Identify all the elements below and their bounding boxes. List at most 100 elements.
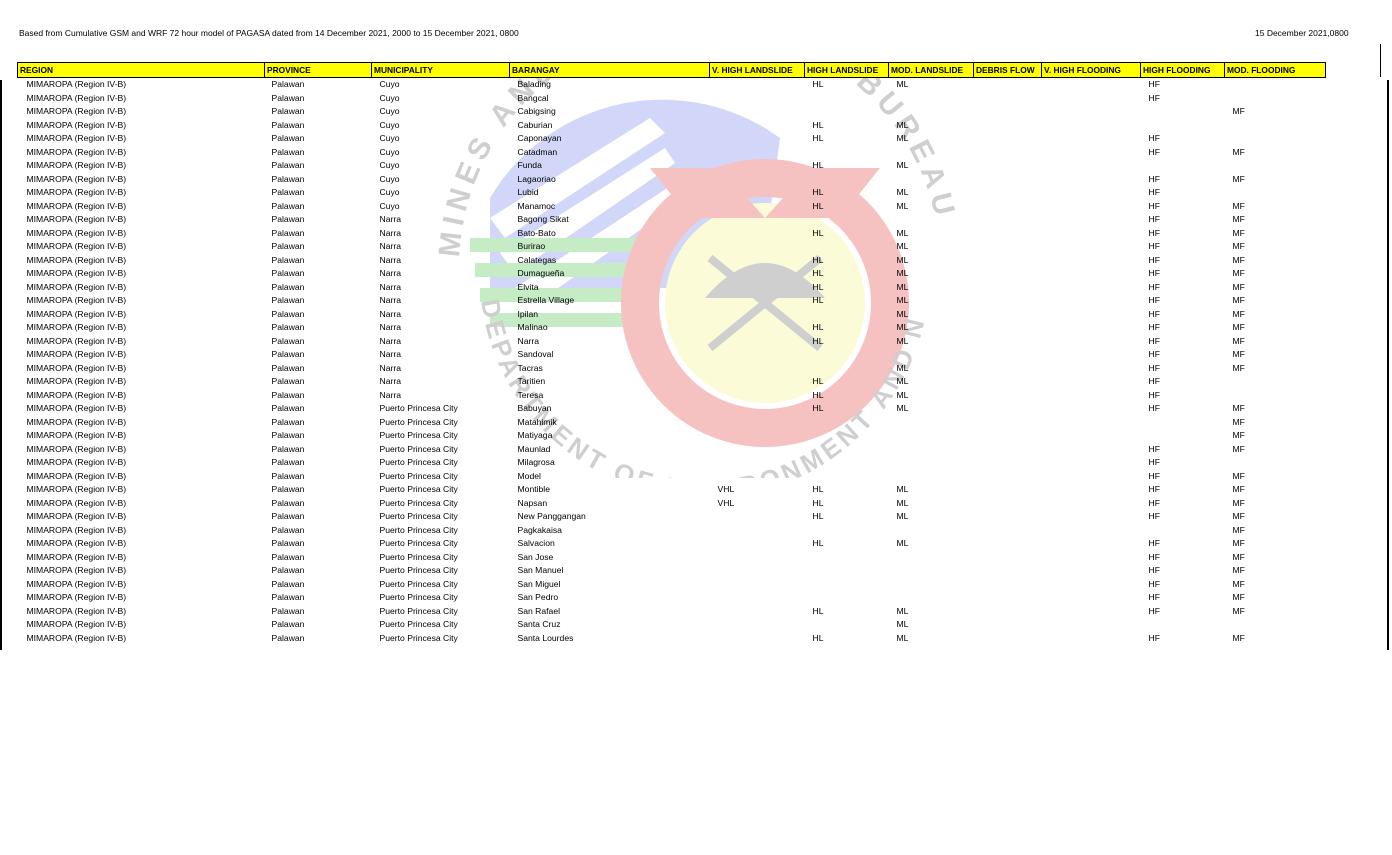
table-cell: MF (1232, 470, 1245, 481)
table-cell (805, 348, 889, 362)
table-cell: HF (1148, 268, 1160, 278)
table-row: MIMAROPA (Region IV-B) Palawan Narra Sandov… (18, 348, 1326, 362)
table-cell: MF (1232, 511, 1245, 521)
table-cell: MF (1232, 335, 1245, 346)
column-header[interactable]: REGION (17, 62, 265, 78)
column-header[interactable]: MUNICIPALITY (371, 62, 510, 78)
table-cell: MF (1232, 362, 1245, 373)
column-header[interactable]: DEBRIS FLOW (973, 62, 1042, 78)
table-cell: MIMAROPA (Region IV-B) (26, 295, 127, 305)
table-cell (710, 551, 805, 565)
table-row: MIMAROPA (Region IV-B) Palawan Cuyo Catadma… (18, 146, 1326, 160)
table-cell: Tacras (517, 362, 543, 373)
table-cell: Salvacion (517, 538, 555, 548)
table-cell (710, 294, 805, 308)
column-header[interactable]: HIGH LANDSLIDE (804, 62, 889, 78)
table-cell: Matiyaga (517, 430, 553, 440)
table-cell: Palawan (271, 416, 305, 427)
table-cell (974, 294, 1042, 308)
table-cell (710, 321, 805, 335)
table-cell (1042, 105, 1141, 119)
table-cell: HL (812, 227, 824, 238)
table-cell (1042, 429, 1141, 443)
column-header[interactable]: V. HIGH LANDSLIDE (709, 62, 805, 78)
table-cell (974, 524, 1042, 538)
table-cell (974, 119, 1042, 133)
column-header[interactable]: PROVINCE (264, 62, 372, 78)
table-cell (710, 173, 805, 187)
table-cell: Santa Lourdes (517, 632, 574, 643)
table-cell (1042, 416, 1141, 430)
table-cell (805, 443, 889, 457)
table-cell: MF (1232, 403, 1245, 413)
table-cell (1042, 335, 1141, 349)
table-cell: MF (1232, 308, 1245, 319)
table-cell (974, 213, 1042, 227)
table-cell: MIMAROPA (Region IV-B) (26, 457, 127, 467)
table-cell (710, 146, 805, 160)
table-cell: Narra (379, 322, 402, 332)
table-cell: MIMAROPA (Region IV-B) (26, 551, 127, 562)
table-cell: MF (1232, 416, 1245, 427)
column-header[interactable]: HIGH FLOODING (1140, 62, 1225, 78)
table-cell (710, 632, 805, 646)
table-cell (710, 213, 805, 227)
table-cell (974, 159, 1042, 173)
table-cell: Puerto Princesa City (379, 538, 458, 548)
table-cell (889, 591, 974, 605)
table-cell: HF (1148, 254, 1160, 265)
table-cell (710, 362, 805, 376)
table-row: MIMAROPA (Region IV-B) Palawan Puerto Prin… (18, 429, 1326, 443)
table-cell: Teresa (517, 389, 544, 400)
table-cell: Lubid (517, 187, 539, 197)
table-cell: MF (1232, 605, 1245, 616)
table-row: MIMAROPA (Region IV-B) Palawan Narra Ipilan… (18, 308, 1326, 322)
table-cell: MIMAROPA (Region IV-B) (26, 497, 127, 508)
table-cell: ML (896, 268, 909, 278)
table-cell: MIMAROPA (Region IV-B) (26, 241, 127, 251)
table-cell: MF (1232, 551, 1245, 562)
table-cell (889, 213, 974, 227)
table-cell: MIMAROPA (Region IV-B) (26, 200, 127, 211)
table-cell: MIMAROPA (Region IV-B) (26, 362, 127, 373)
table-cell (710, 227, 805, 241)
table-cell: Puerto Princesa City (379, 578, 458, 589)
table-cell (1042, 578, 1141, 592)
column-header[interactable]: MOD. FLOODING (1224, 62, 1326, 78)
table-cell: Cuyo (379, 187, 400, 197)
table-cell: MIMAROPA (Region IV-B) (26, 511, 127, 521)
table-cell: Maunlad (517, 443, 551, 454)
table-cell: Palawan (271, 443, 305, 454)
table-cell: HF (1148, 187, 1160, 197)
report-date: 15 December 2021,0800 (1255, 28, 1349, 38)
table-cell: Palawan (271, 241, 305, 251)
table-row: MIMAROPA (Region IV-B) Palawan Puerto Prin… (18, 510, 1326, 524)
table-row: MIMAROPA (Region IV-B) Palawan Narra Malina… (18, 321, 1326, 335)
column-header[interactable]: MOD. LANDSLIDE (888, 62, 974, 78)
table-cell: Balading (517, 79, 551, 89)
table-cell (974, 510, 1042, 524)
table-cell: Palawan (271, 403, 305, 413)
table-row: MIMAROPA (Region IV-B) Palawan Cuyo Lubid HL… (18, 186, 1326, 200)
table-cell (1225, 389, 1326, 403)
table-cell (1042, 119, 1141, 133)
table-cell: ML (896, 511, 909, 521)
table-cell (1141, 105, 1225, 119)
table-cell (1042, 132, 1141, 146)
table-cell (974, 402, 1042, 416)
table-cell (1042, 537, 1141, 551)
table-cell (889, 105, 974, 119)
table-cell (1042, 605, 1141, 619)
table-cell: HL (812, 632, 824, 643)
table-cell: Cuyo (379, 92, 400, 103)
table-cell (974, 605, 1042, 619)
table-cell: HF (1148, 605, 1160, 616)
column-header[interactable]: V. HIGH FLOODING (1041, 62, 1141, 78)
table-cell (974, 78, 1042, 92)
table-cell: Palawan (271, 538, 305, 548)
table-cell (710, 578, 805, 592)
table-cell (889, 429, 974, 443)
table-row: MIMAROPA (Region IV-B) Palawan Cuyo Baladin… (18, 78, 1326, 92)
table-cell (805, 591, 889, 605)
column-header[interactable]: BARANGAY (509, 62, 710, 78)
